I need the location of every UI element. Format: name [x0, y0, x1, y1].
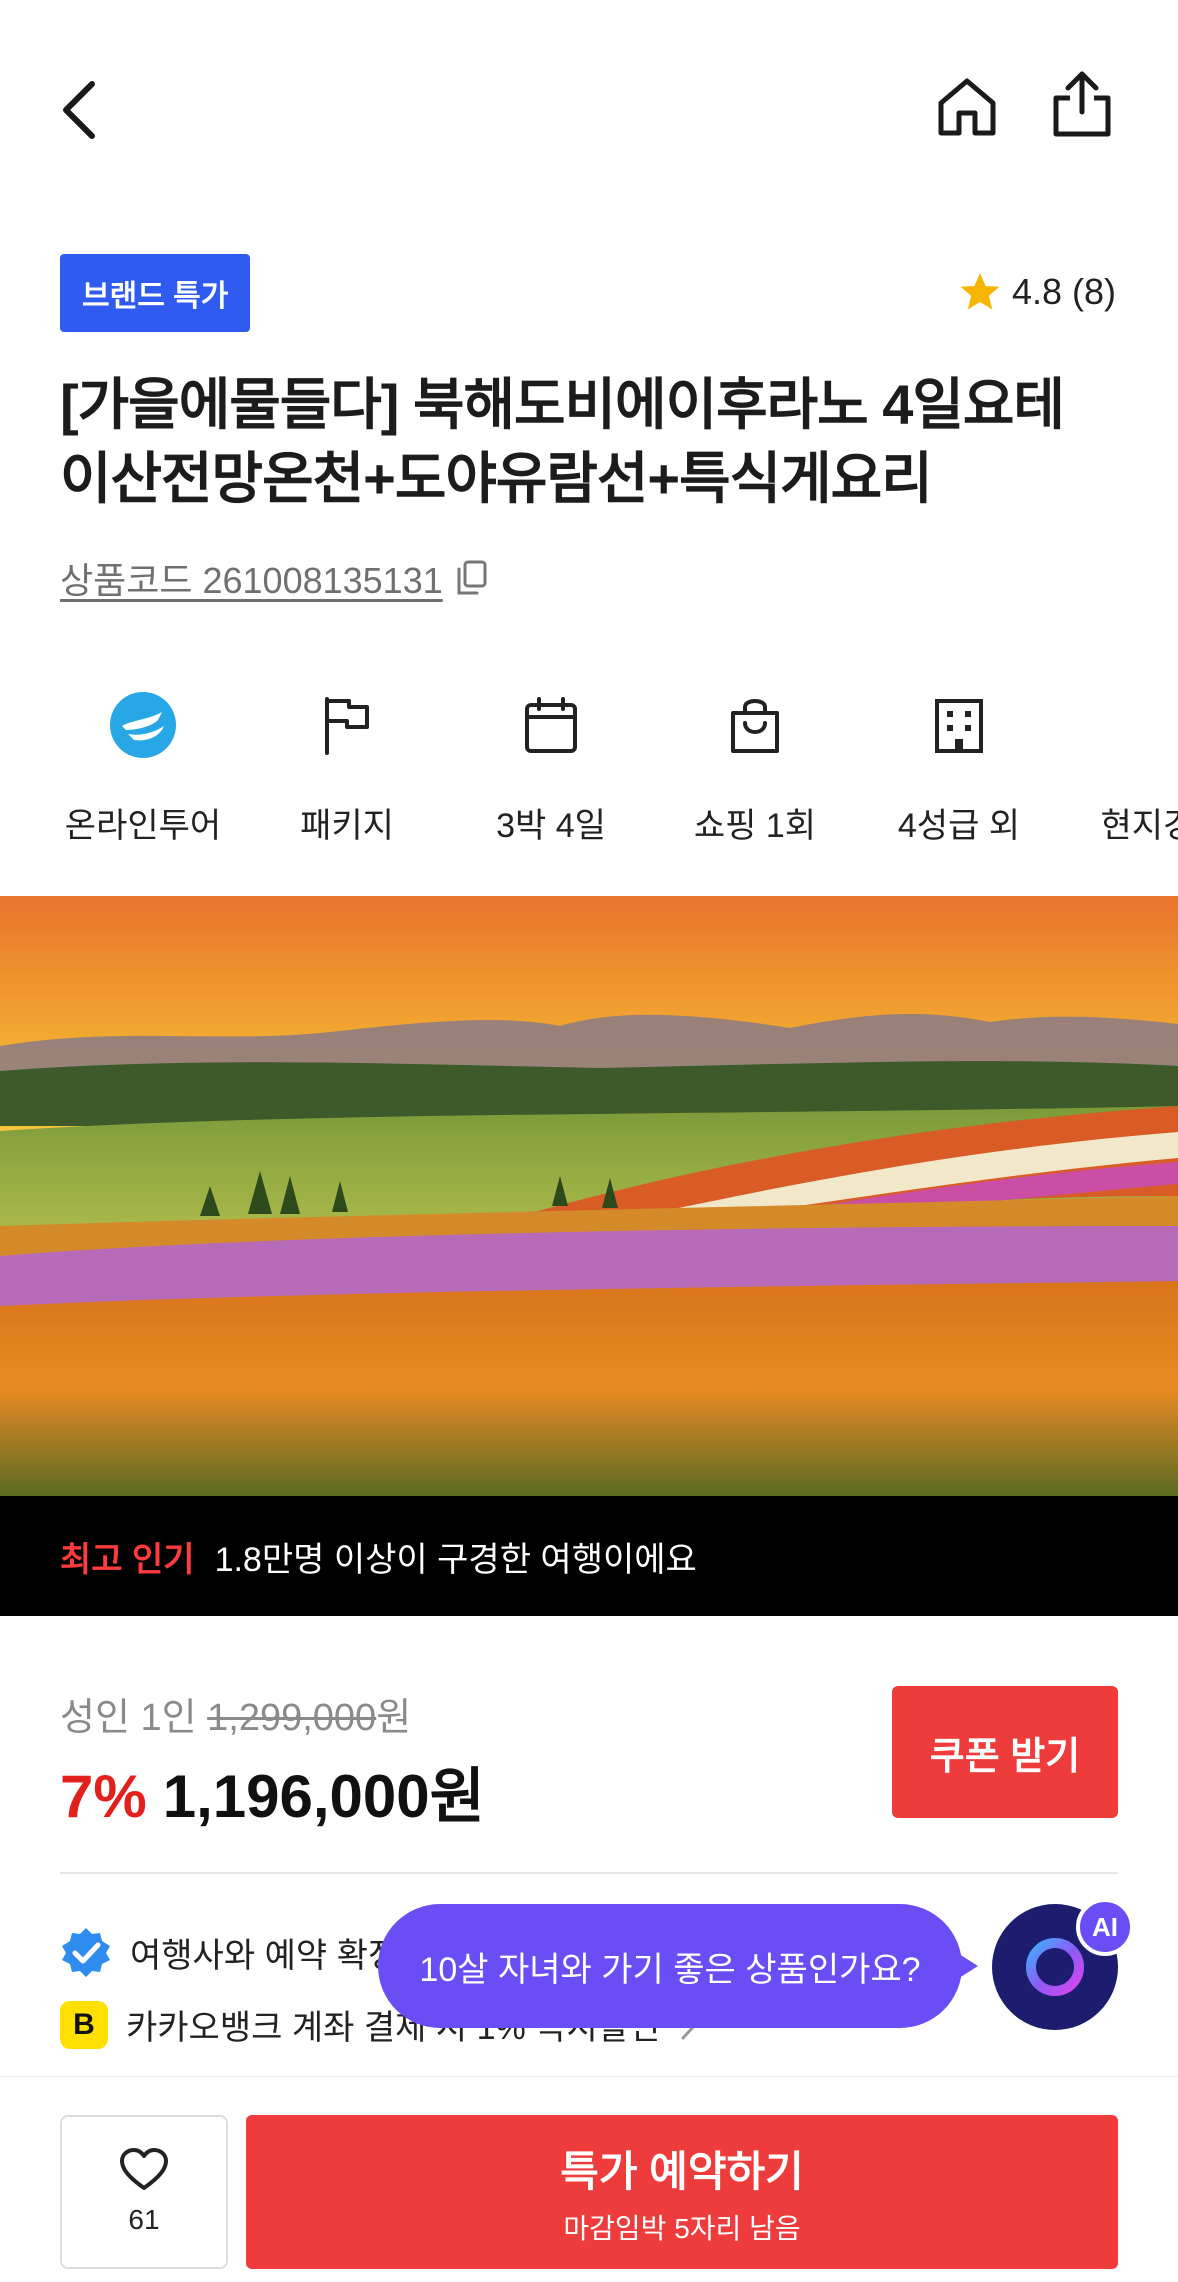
book-button-label: 특가 예약하기 [560, 2147, 804, 2195]
popular-banner: 최고 인기 1.8만명 이상이 구경한 여행이에요 [0, 1496, 1178, 1616]
info-item-label: 온라인투어 [64, 807, 222, 845]
final-price-value: 1,196,000원 [162, 1763, 485, 1830]
info-item-label: 4성급 외 [897, 807, 1021, 845]
product-info-row: 온라인투어 패키지 3박 4일 쇼핑 1회 4성급 외 현지 [0, 690, 1178, 850]
original-price-value: 1,299,000 [207, 1697, 377, 1739]
share-icon [1053, 71, 1111, 137]
info-item-label: 3박 4일 [496, 807, 606, 845]
product-title-line2: 이산전망온천+도야유람선+특식게요리 [60, 447, 933, 510]
popular-tag: 최고 인기 [60, 1540, 195, 1579]
home-icon [938, 78, 996, 136]
popular-message: 1.8만명 이상이 구경한 여행이에요 [214, 1540, 697, 1579]
info-item-label: 현지경비 [1100, 807, 1178, 845]
hero-image[interactable] [0, 896, 1178, 1496]
info-item-agency[interactable]: 온라인투어 [43, 690, 243, 847]
shopping-bag-icon [731, 699, 779, 753]
wishlist-count: 61 [128, 2204, 160, 2235]
info-item-local-fee[interactable]: 현지경비 [1063, 690, 1178, 847]
chevron-left-icon [63, 81, 95, 139]
original-price: 성인 1인 1,299,000원 [60, 1686, 411, 1741]
rating-value: 4.8 (8) [1011, 271, 1116, 312]
book-button-sublabel: 마감임박 5자리 남음 [563, 2212, 801, 2244]
flower-field-photo [0, 896, 1178, 1496]
product-title: [가을에물들다] 북해도비에이후라노 4일요테 이산전망온천+도야유람선+특식게… [60, 368, 1120, 516]
benefit-confirmed[interactable]: 여행사와 예약 확정 [60, 1926, 399, 1978]
discount-rate: 7% [60, 1763, 147, 1830]
verified-check-icon [62, 1928, 110, 1977]
info-item-package[interactable]: 패키지 [247, 690, 447, 847]
price-prefix: 성인 1인 [60, 1697, 208, 1739]
rating[interactable]: 4.8 (8) [958, 262, 1116, 322]
book-button[interactable]: 특가 예약하기 마감임박 5자리 남음 [246, 2115, 1118, 2269]
heart-icon [120, 2148, 168, 2190]
kakaobank-icon: B [60, 2000, 108, 2049]
product-title-line1: [가을에물들다] 북해도비에이후라노 4일요테 [60, 373, 1065, 436]
info-item-hotel[interactable]: 4성급 외 [859, 690, 1059, 847]
info-item-label: 패키지 [300, 807, 394, 845]
share-button[interactable] [1050, 70, 1114, 140]
calendar-icon [525, 697, 577, 753]
product-code[interactable]: 상품코드 261008135131 [60, 552, 489, 604]
flag-icon [325, 697, 369, 755]
copy-icon[interactable] [455, 559, 489, 597]
back-button[interactable] [50, 70, 110, 150]
final-price: 7% 1,196,000원 [60, 1748, 485, 1835]
hotel-icon [935, 699, 983, 753]
ai-suggestion-bubble[interactable]: 10살 자녀와 가기 좋은 상품인가요? [378, 1904, 978, 2028]
divider [60, 1872, 1118, 1874]
benefit-text: 여행사와 예약 확정 [130, 1936, 400, 1975]
ai-badge: AI [1076, 1898, 1134, 1956]
bottom-action-bar: 61 특가 예약하기 마감임박 5자리 남음 [0, 2076, 1178, 2282]
airline-logo-icon [110, 692, 176, 758]
coupon-button[interactable]: 쿠폰 받기 [892, 1686, 1118, 1818]
brand-deal-badge: 브랜드 특가 [60, 254, 251, 332]
original-price-unit: 원 [376, 1697, 412, 1739]
top-bar [0, 0, 1178, 220]
info-item-duration[interactable]: 3박 4일 [451, 690, 651, 847]
info-item-label: 쇼핑 1회 [693, 807, 817, 845]
product-code-text: 상품코드 261008135131 [60, 560, 443, 601]
home-button[interactable] [935, 75, 999, 139]
wishlist-button[interactable]: 61 [60, 2115, 228, 2269]
info-item-shopping[interactable]: 쇼핑 1회 [655, 690, 855, 847]
tour-icon [1135, 695, 1178, 755]
star-icon [960, 273, 1000, 310]
